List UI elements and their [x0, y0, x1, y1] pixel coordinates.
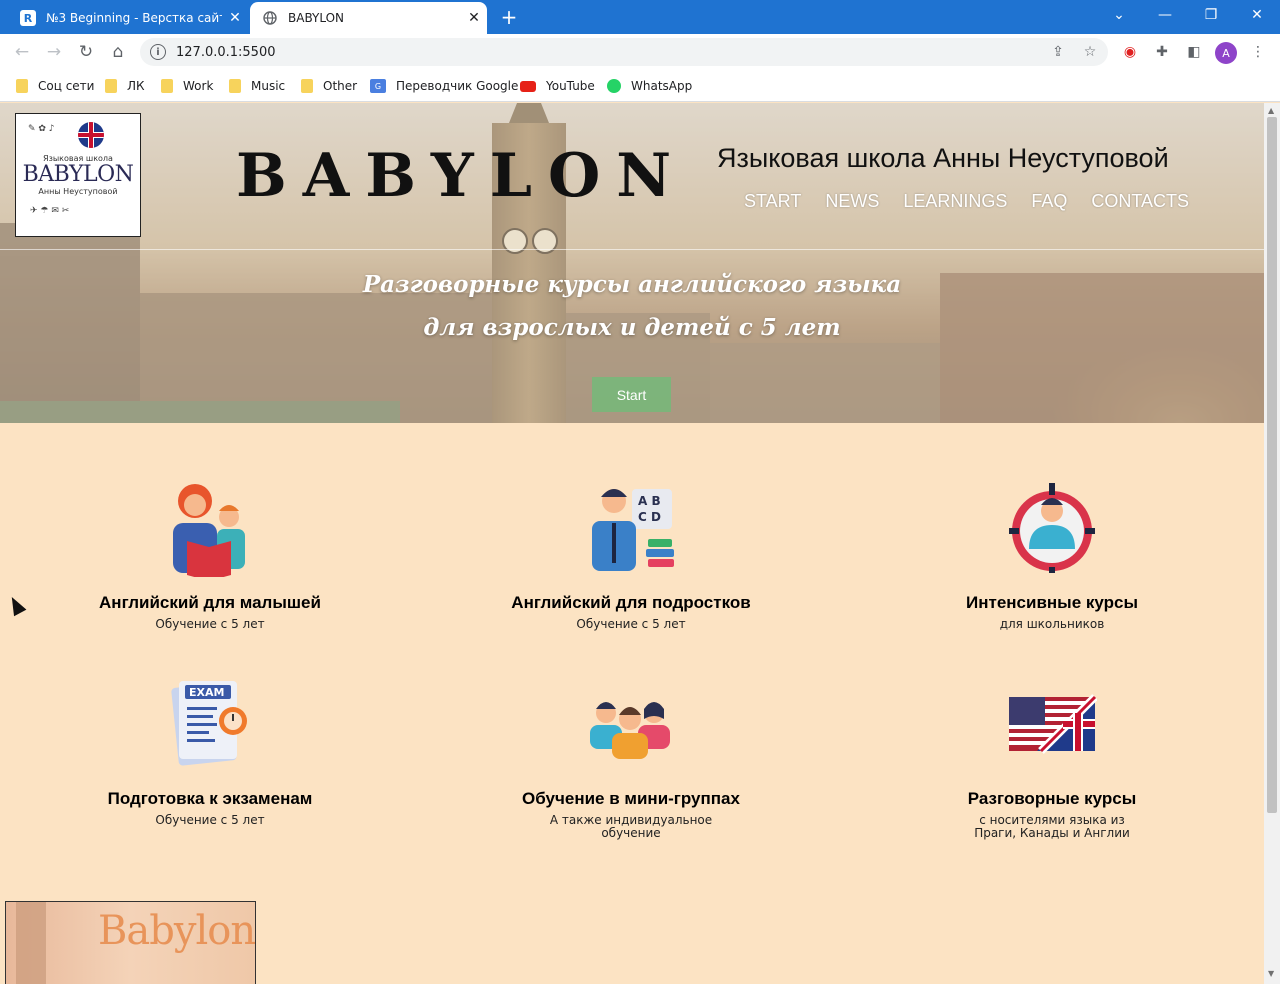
- bookmark-other[interactable]: Other: [301, 77, 357, 95]
- url-text: 127.0.0.1:5500: [176, 44, 276, 60]
- feature-card[interactable]: Разговорные курсы с носителями языка из …: [892, 677, 1212, 840]
- feature-card[interactable]: A B C D Английский для подростков Обучен…: [471, 481, 791, 631]
- target-person-icon: [1007, 481, 1097, 575]
- feature-subtitle: для школьников: [999, 617, 1105, 631]
- svg-text:EXAM: EXAM: [189, 686, 224, 699]
- bookmark-youtube[interactable]: YouTube: [520, 77, 595, 95]
- bookmark-star-icon[interactable]: ☆: [1082, 44, 1098, 60]
- youtube-icon: [520, 80, 536, 92]
- tab-search-chevron-icon[interactable]: ⌄: [1096, 0, 1142, 30]
- feature-subtitle: Обучение с 5 лет: [576, 617, 686, 631]
- restore-icon[interactable]: ❐: [1188, 0, 1234, 30]
- tab-title: BABYLON: [288, 11, 345, 25]
- main-nav: START NEWS LEARNINGS FAQ CONTACTS: [744, 191, 1189, 212]
- back-arrow-icon[interactable]: ←: [10, 40, 34, 64]
- minimize-icon[interactable]: —: [1142, 0, 1188, 30]
- feature-subtitle: А также индивидуальное обучение: [549, 813, 713, 840]
- exam-paper-icon: EXAM: [165, 677, 255, 767]
- side-panel-icon[interactable]: ◧: [1184, 42, 1204, 62]
- feature-subtitle: Обучение с 5 лет: [155, 617, 265, 631]
- feature-card[interactable]: Английский для малышей Обучение с 5 лет: [50, 481, 370, 631]
- nav-learnings[interactable]: LEARNINGS: [903, 191, 1007, 212]
- folder-icon: [16, 79, 28, 93]
- whatsapp-icon: [607, 79, 621, 93]
- globe-icon: [262, 10, 278, 26]
- google-translate-icon: G: [370, 79, 386, 93]
- bookmark-whatsapp[interactable]: WhatsApp: [607, 77, 692, 95]
- opera-adblock-icon[interactable]: ◉: [1120, 42, 1140, 62]
- browser-tab-bar: R №3 Beginning - Верстка сайта д... ✕ BA…: [0, 0, 1280, 34]
- tab-title: №3 Beginning - Верстка сайта д...: [46, 11, 222, 25]
- info-icon[interactable]: i: [150, 44, 166, 60]
- page-viewport: ✎ ✿ ♪ ✈ ☂ ✉ ✂ Языковая школа BABYLON Анн…: [0, 103, 1264, 984]
- forward-arrow-icon[interactable]: →: [42, 40, 66, 64]
- school-title: Языковая школа Анны Неуступовой: [717, 143, 1169, 173]
- bookmark-soc-seti[interactable]: Соц сети: [16, 77, 94, 95]
- window-close-icon[interactable]: ✕: [1234, 0, 1280, 30]
- scroll-down-arrow-icon[interactable]: ▼: [1268, 969, 1274, 978]
- browser-toolbar: ← → ↻ ⌂ i 127.0.0.1:5500 ⇪ ☆ ◉ ✚ ◧ A ⋮: [0, 34, 1280, 70]
- new-tab-plus-icon[interactable]: +: [498, 6, 520, 28]
- us-uk-flag-icon: [1007, 677, 1098, 767]
- bookmark-google-translate[interactable]: G Переводчик Google: [370, 77, 518, 95]
- feature-title: Подготовка к экзаменам: [107, 789, 313, 808]
- big-ben-silhouette: [16, 902, 46, 984]
- r-favicon-icon: R: [20, 10, 36, 26]
- feature-title: Разговорные курсы: [967, 789, 1137, 808]
- svg-text:C D: C D: [638, 510, 661, 524]
- mouse-cursor-icon: [5, 593, 27, 617]
- start-button[interactable]: Start: [592, 377, 671, 412]
- folder-icon: [105, 79, 117, 93]
- feature-card[interactable]: Интенсивные курсы для школьников: [892, 481, 1212, 631]
- share-icon[interactable]: ⇪: [1050, 44, 1066, 60]
- bookmark-lk[interactable]: ЛК: [105, 77, 145, 95]
- brand-name: BABYLON: [236, 141, 688, 211]
- doodle-icon: ✈ ☂ ✉ ✂: [30, 206, 70, 216]
- uk-flag-icon: [78, 122, 104, 148]
- extensions-puzzle-icon[interactable]: ✚: [1152, 42, 1172, 62]
- feature-subtitle: с носителями языка из Праги, Канады и Ан…: [974, 813, 1130, 840]
- bookmark-work[interactable]: Work: [161, 77, 213, 95]
- folder-icon: [301, 79, 313, 93]
- doodle-icon: ✎ ✿ ♪: [28, 124, 55, 134]
- feature-title: Интенсивные курсы: [966, 593, 1138, 612]
- header-divider: [0, 249, 1264, 250]
- nav-faq[interactable]: FAQ: [1031, 191, 1067, 212]
- close-icon[interactable]: ✕: [461, 10, 487, 26]
- bookmark-music[interactable]: Music: [229, 77, 285, 95]
- feature-card[interactable]: EXAM Подготовка к экзаменам Обучение с 5…: [50, 677, 370, 827]
- feature-card[interactable]: Обучение в мини-группах А также индивиду…: [471, 677, 791, 840]
- tab-babylon[interactable]: BABYLON ✕: [250, 2, 487, 34]
- tab-beginning[interactable]: R №3 Beginning - Верстка сайта д... ✕: [8, 2, 248, 34]
- menu-kebab-icon[interactable]: ⋮: [1248, 42, 1268, 62]
- home-icon[interactable]: ⌂: [106, 40, 130, 64]
- scroll-thumb[interactable]: [1267, 117, 1277, 813]
- scroll-up-arrow-icon[interactable]: ▲: [1268, 106, 1274, 115]
- school-logo[interactable]: ✎ ✿ ♪ ✈ ☂ ✉ ✂ Языковая школа BABYLON Анн…: [15, 113, 141, 237]
- group-people-icon: [586, 677, 676, 767]
- hero-banner: ✎ ✿ ♪ ✈ ☂ ✉ ✂ Языковая школа BABYLON Анн…: [0, 103, 1264, 423]
- page-scrollbar[interactable]: ▲ ▼: [1264, 103, 1280, 984]
- reload-icon[interactable]: ↻: [74, 40, 98, 64]
- address-bar[interactable]: i 127.0.0.1:5500 ⇪ ☆: [140, 38, 1108, 66]
- folder-icon: [229, 79, 241, 93]
- feature-title: Обучение в мини-группах: [522, 789, 740, 808]
- teacher-abcd-icon: A B C D: [586, 481, 676, 571]
- feature-title: Английский для малышей: [99, 593, 321, 612]
- nav-start[interactable]: START: [744, 191, 801, 212]
- hero-tagline: Разговорные курсы английского языка для …: [362, 271, 902, 341]
- close-icon[interactable]: ✕: [222, 10, 248, 26]
- feature-title: Английский для подростков: [511, 593, 751, 612]
- promo-word: Babylon: [98, 908, 256, 954]
- nav-contacts[interactable]: CONTACTS: [1091, 191, 1189, 212]
- nav-news[interactable]: NEWS: [825, 191, 879, 212]
- bookmarks-bar: Соц сети ЛК Work Music Other G Переводчик…: [0, 70, 1280, 102]
- feature-subtitle: Обучение с 5 лет: [155, 813, 265, 827]
- promo-image: Babylon: [5, 901, 256, 984]
- profile-avatar[interactable]: A: [1215, 42, 1237, 64]
- mother-child-reading-icon: [165, 481, 255, 581]
- svg-text:A B: A B: [638, 494, 661, 508]
- folder-icon: [161, 79, 173, 93]
